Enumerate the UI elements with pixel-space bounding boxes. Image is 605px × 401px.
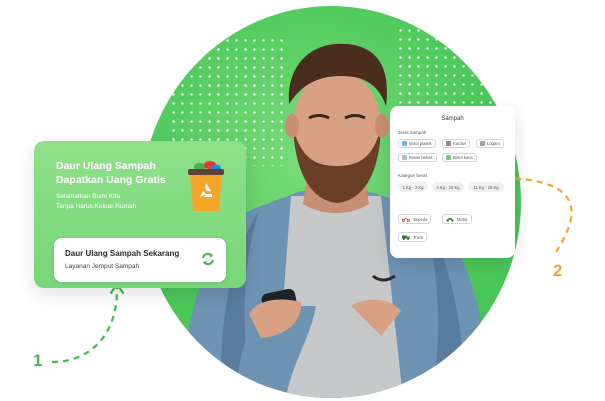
weight-option[interactable]: 11 Kg - 15 Kg: [468, 182, 504, 192]
chip-label: Botol kaca: [453, 155, 473, 160]
recycle-bin-icon: [188, 161, 224, 211]
truck-icon: [402, 235, 410, 240]
step-number-two: 2: [553, 261, 563, 280]
recycle-now-label: Daur Ulang Sampah Sekarang: [65, 249, 180, 258]
waste-type-chip[interactable]: Kardus: [442, 139, 471, 148]
promo-title: Daur Ulang Sampah Dapatkan Uang Gratis: [56, 160, 166, 186]
promo-subtitle-line: Tanpa Harus Keluar Rumah: [56, 203, 137, 210]
vehicle-label: Truck: [413, 234, 424, 240]
vehicle-option[interactable]: Truck: [398, 232, 428, 242]
recycle-arrows-icon: [202, 252, 214, 266]
waste-type-chip[interactable]: Logam: [476, 139, 504, 148]
motorcycle-icon: [446, 217, 454, 222]
weight-option[interactable]: 4 Kg - 10 Kg: [432, 182, 464, 192]
chip-label: Logam: [487, 141, 500, 146]
pickup-service-label: Layanan Jemput Sampah: [65, 263, 140, 270]
promo-subtitle: Selamatkan Bumi Kita Tanpa Harus Keluar …: [56, 192, 176, 212]
waste-form-card: Sampah Jenis sampah Botol plastik Kardus…: [390, 106, 515, 258]
bottle-icon: [402, 141, 407, 146]
can-icon: [402, 155, 407, 160]
metal-icon: [480, 141, 485, 146]
box-icon: [446, 141, 451, 146]
promo-card: Daur Ulang Sampah Dapatkan Uang Gratis S…: [34, 141, 246, 288]
weight-category-label: Kategori berat: [398, 173, 427, 178]
chip-label: Rotan bekas: [409, 155, 433, 160]
waste-type-chip[interactable]: Rotan bekas: [398, 153, 437, 162]
waste-type-label: Jenis sampah: [398, 130, 427, 135]
waste-type-chip[interactable]: Botol kaca: [442, 153, 477, 162]
waste-type-chip[interactable]: Botol plastik: [398, 139, 436, 148]
vehicle-option[interactable]: Sepeda: [398, 214, 432, 224]
promo-subtitle-line: Selamatkan Bumi Kita: [56, 193, 120, 200]
waste-form-title: Sampah: [441, 116, 464, 122]
bicycle-icon: [402, 217, 410, 222]
chip-label: Kardus: [453, 141, 467, 146]
chip-label: Botol plastik: [409, 141, 432, 146]
vehicle-label: Motor: [457, 216, 468, 222]
recycle-now-button[interactable]: Daur Ulang Sampah Sekarang Layanan Jempu…: [54, 238, 226, 282]
vehicle-option[interactable]: Motor: [442, 214, 472, 224]
glass-bottle-icon: [446, 155, 451, 160]
step-number-one: 1: [33, 351, 43, 370]
hero-illustration: Daur Ulang Sampah Dapatkan Uang Gratis S…: [0, 0, 605, 401]
vehicle-label: Sepeda: [413, 216, 428, 222]
weight-option[interactable]: 1 Kg - 3 Kg: [398, 182, 428, 192]
